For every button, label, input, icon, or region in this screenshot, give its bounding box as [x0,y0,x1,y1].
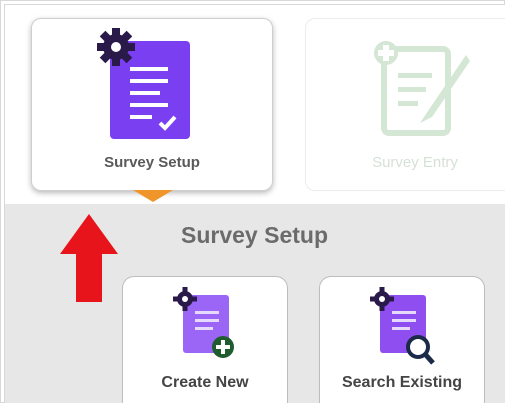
active-tile-pointer [133,190,173,202]
search-survey-icon [370,287,435,365]
survey-setup-tile-label: Survey Setup [104,154,200,171]
survey-setup-tile[interactable]: Survey Setup [31,18,273,191]
create-survey-icon [173,287,234,358]
survey-entry-icon [374,41,470,136]
survey-setup-icon [97,28,190,139]
app-frame: Survey Setup Survey Entry Survey Setup C… [0,0,505,403]
create-new-label: Create New [161,374,249,391]
survey-entry-tile-label: Survey Entry [372,154,458,171]
red-up-arrow-icon [60,214,118,302]
search-existing-label: Search Existing [341,374,463,391]
create-new-button[interactable]: Create New [122,276,288,403]
survey-entry-tile[interactable]: Survey Entry [305,18,505,191]
search-existing-button[interactable]: Search Existing [319,276,485,403]
